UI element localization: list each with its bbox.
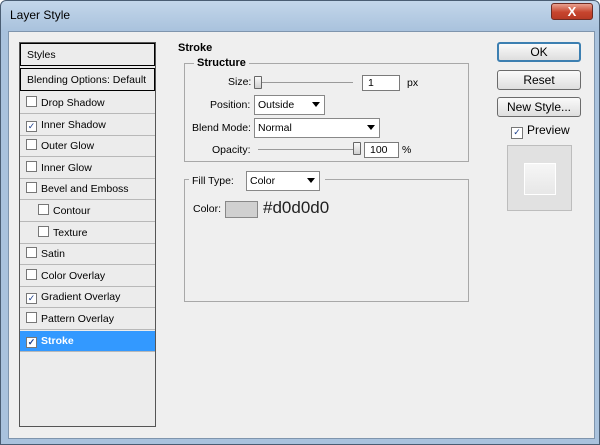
style-item-bevel-and-emboss[interactable]: Bevel and Emboss [20, 179, 155, 201]
blending-options-item[interactable]: Blending Options: Default [20, 68, 155, 91]
blend-mode-label: Blend Mode: [192, 122, 251, 134]
blend-mode-select[interactable]: Normal [254, 118, 380, 138]
preview-checkbox[interactable]: ✓ [511, 127, 523, 139]
chevron-down-icon [367, 125, 375, 130]
style-item-label: Stroke [41, 334, 74, 347]
structure-title: Structure [194, 57, 249, 69]
style-item-contour[interactable]: Contour [20, 201, 155, 222]
size-input[interactable]: 1 [362, 75, 400, 91]
style-checkbox[interactable] [38, 225, 49, 237]
style-item-outer-glow[interactable]: Outer Glow [20, 136, 155, 158]
color-swatch[interactable] [225, 201, 258, 218]
fill-group: Fill Type: Color Color: #d0d0d0 [184, 171, 469, 302]
style-item-gradient-overlay[interactable]: ✓ Gradient Overlay [20, 287, 155, 309]
size-unit: px [407, 77, 419, 89]
fill-type-row: Fill Type: Color [189, 171, 325, 193]
position-select[interactable]: Outside [254, 95, 325, 115]
stroke-section-title: Stroke [175, 42, 216, 54]
preview-label: Preview [527, 123, 570, 137]
style-checkbox[interactable] [26, 268, 37, 280]
style-checkbox[interactable] [26, 139, 37, 151]
style-item-label: Color Overlay [41, 269, 106, 282]
dialog-body: Styles Blending Options: Default Drop Sh… [8, 31, 595, 439]
blend-mode-value: Normal [258, 122, 292, 134]
opacity-slider-track[interactable] [258, 149, 361, 151]
title-bar: Layer Style X [1, 1, 599, 31]
style-checkbox[interactable] [26, 182, 37, 194]
ok-button[interactable]: OK [497, 42, 581, 62]
style-item-stroke[interactable]: ✓ Stroke [20, 330, 155, 352]
styles-list: Styles Blending Options: Default Drop Sh… [19, 42, 156, 427]
color-label: Color: [193, 203, 222, 215]
window-title: Layer Style [10, 8, 71, 22]
structure-group: Structure Size: 1 px Position: Outside B… [184, 57, 469, 162]
new-style-button[interactable]: New Style... [497, 97, 581, 117]
opacity-input[interactable]: 100 [364, 142, 399, 158]
style-item-color-overlay[interactable]: Color Overlay [20, 266, 155, 287]
style-item-label: Texture [53, 226, 88, 239]
style-item-label: Satin [41, 248, 65, 261]
chevron-down-icon [312, 102, 320, 107]
style-item-label: Inner Glow [41, 161, 92, 174]
close-icon: X [567, 4, 577, 19]
chevron-down-icon [307, 178, 315, 183]
preview-toggle[interactable]: ✓ Preview [511, 123, 570, 139]
style-checkbox[interactable] [38, 204, 49, 215]
fill-type-value: Color [250, 175, 276, 187]
fill-type-select[interactable]: Color [246, 171, 320, 191]
position-label: Position: [210, 99, 251, 111]
style-item-label: Drop Shadow [41, 97, 105, 109]
size-label: Size: [228, 76, 252, 88]
size-slider-track[interactable] [254, 82, 353, 84]
style-item-label: Bevel and Emboss [41, 183, 129, 196]
style-item-drop-shadow[interactable]: Drop Shadow [20, 93, 155, 114]
reset-button[interactable]: Reset [497, 70, 581, 90]
close-button[interactable]: X [551, 3, 593, 20]
position-value: Outside [258, 99, 295, 111]
style-checkbox[interactable]: ✓ [26, 336, 37, 348]
style-item-label: Inner Shadow [41, 118, 106, 131]
opacity-unit: % [402, 144, 412, 156]
style-checkbox[interactable] [26, 312, 37, 323]
style-item-label: Pattern Overlay [41, 313, 114, 325]
style-item-pattern-overlay[interactable]: Pattern Overlay [20, 309, 155, 330]
style-checkbox[interactable]: ✓ [26, 293, 37, 305]
size-slider-thumb[interactable] [254, 76, 262, 89]
opacity-label: Opacity: [212, 144, 251, 156]
style-item-satin[interactable]: Satin [20, 244, 155, 266]
style-checkbox[interactable] [26, 160, 37, 172]
style-checkbox[interactable] [26, 247, 37, 259]
layer-style-dialog: Layer Style X Styles Blending Options: D… [0, 0, 600, 445]
preview-swatch [524, 163, 556, 195]
style-item-texture[interactable]: Texture [20, 223, 155, 244]
fill-type-label: Fill Type: [192, 175, 234, 187]
style-preview [507, 145, 572, 211]
color-hex-value: #d0d0d0 [263, 198, 330, 217]
style-item-label: Gradient Overlay [41, 291, 121, 304]
style-checkbox[interactable] [26, 96, 37, 107]
style-item-inner-glow[interactable]: Inner Glow [20, 158, 155, 179]
styles-header[interactable]: Styles [20, 43, 155, 66]
style-checkbox[interactable]: ✓ [26, 120, 37, 132]
style-item-inner-shadow[interactable]: ✓ Inner Shadow [20, 115, 155, 136]
style-item-label: Contour [53, 205, 91, 217]
opacity-slider-thumb[interactable] [353, 142, 361, 155]
style-item-label: Outer Glow [41, 140, 95, 153]
